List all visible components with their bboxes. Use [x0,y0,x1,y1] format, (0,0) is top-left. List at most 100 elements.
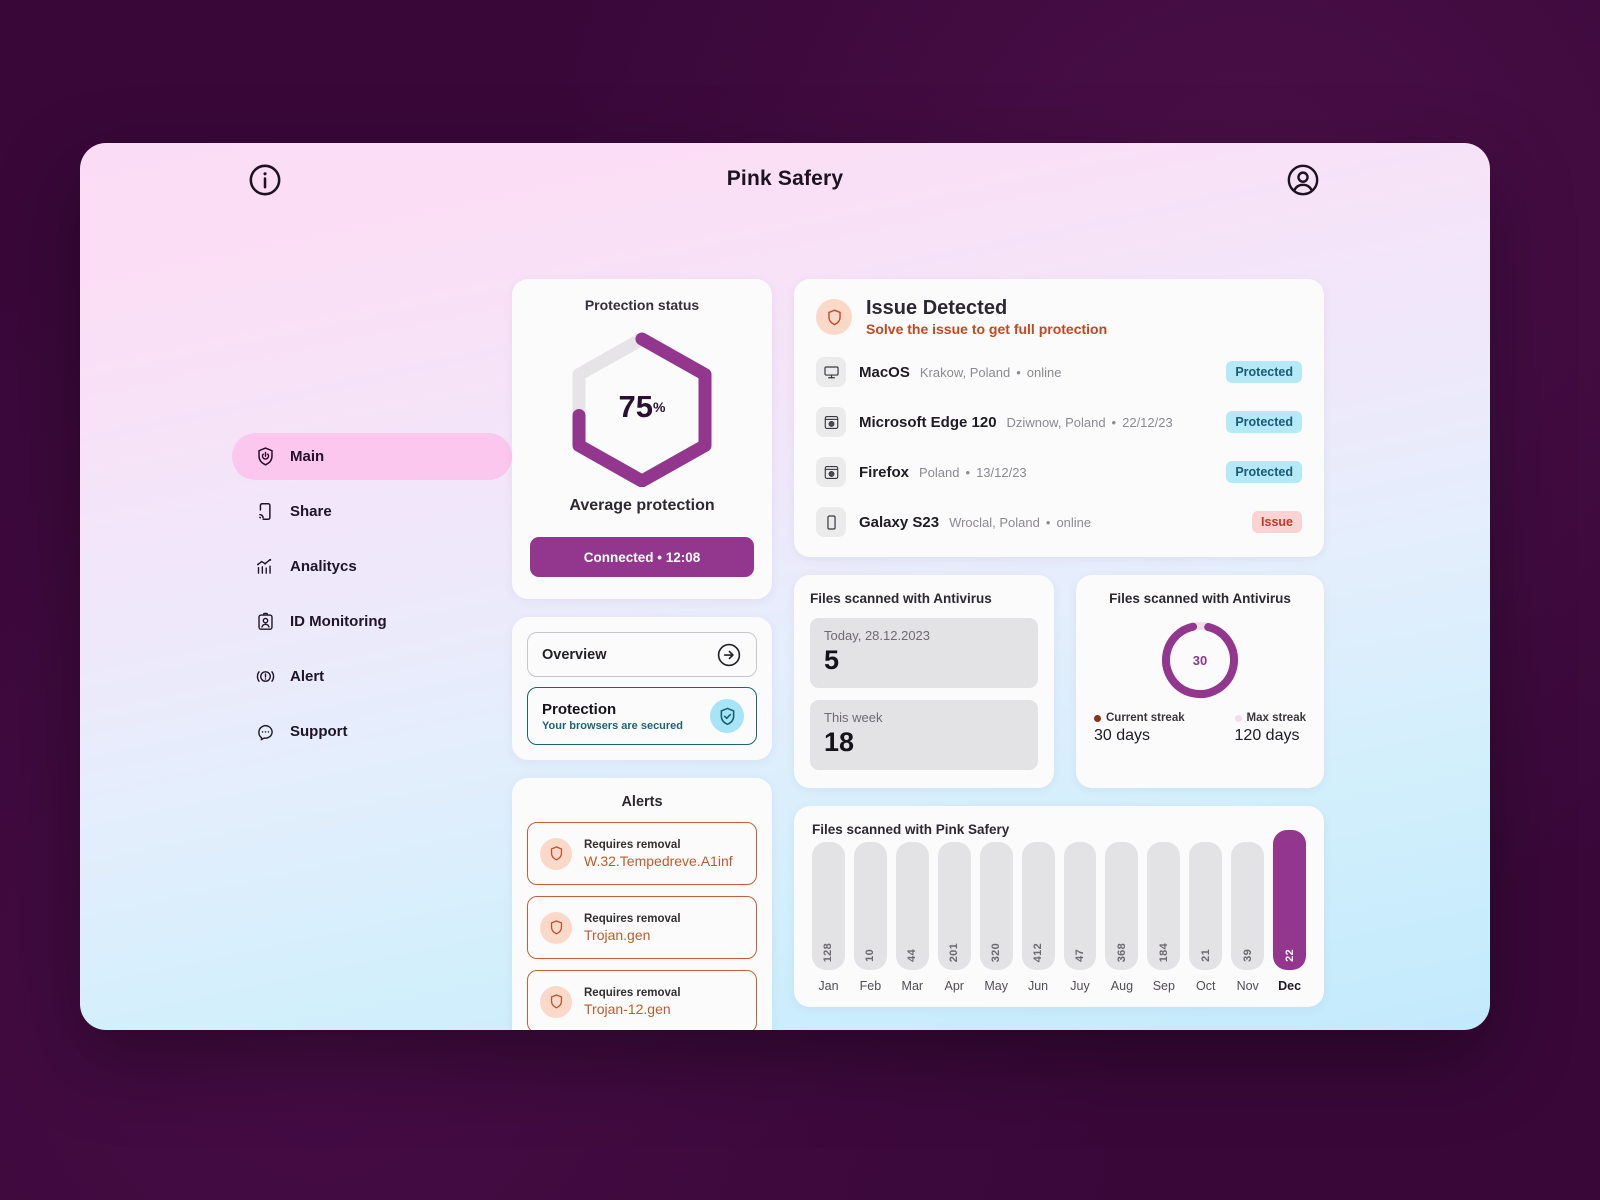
legend-label-current: Current streak [1106,712,1185,724]
bar-label: May [984,979,1008,993]
bar-value: 201 [948,942,961,962]
sidebar-item-share[interactable]: Share [232,488,512,535]
streak-title: Files scanned with Antivirus [1109,591,1291,606]
device-status: 22/12/23 [1122,414,1173,430]
bar-value: 128 [822,942,835,962]
shield-alert-icon [540,911,572,944]
device-row[interactable]: Firefox Poland • 13/12/23 Protected [816,457,1302,487]
main-content: Protection status 75% Average protection… [512,215,1324,1030]
device-name: Galaxy S23 [859,513,940,531]
bar-label: Apr [944,979,964,993]
device-location: Poland [919,464,960,480]
issue-header: Issue Detected Solve the issue to get fu… [816,297,1302,337]
legend-dot-max [1234,714,1242,722]
device-row[interactable]: Microsoft Edge 120 Dziwnow, Poland • 22/… [816,407,1302,437]
bar-value: 184 [1157,942,1170,962]
bar-value: 21 [1199,949,1212,962]
sidebar-item-main[interactable]: Main [232,433,512,480]
browser-icon [816,457,846,487]
bar-label: Jan [818,979,839,993]
legend-value-max: 120 days [1234,727,1300,744]
sidebar-item-label: ID Monitoring [290,613,387,630]
bar-label: Nov [1236,979,1259,993]
device-row[interactable]: Galaxy S23 Wroclal, Poland • online Issu… [816,507,1302,537]
protection-hexagon-gauge: 75% [557,327,727,487]
average-protection-label: Average protection [569,497,715,514]
bar-chart-title: Files scanned with Pink Safery [812,822,1010,837]
info-icon[interactable] [248,163,282,197]
bar-column: 184 Sep [1147,842,1181,993]
id-badge-icon [254,611,276,633]
bar-chart-plot: 128 Jan 10 Feb 44 Mar 201 Apr 320 May 412 Jun … [812,830,1307,993]
sidebar: Main Share Analitycs ID Monitoring Alert… [80,215,512,1030]
alert-item[interactable]: Requires removal W.32.Tempedreve.A1inf [527,822,757,885]
shield-check-icon [710,699,744,733]
today-label: Today, 28.12.2023 [824,628,931,643]
alerts-card: Alerts Requires removal W.32.Tempedreve.… [512,778,772,1030]
device-name: MacOS [859,363,910,381]
alert-item[interactable]: Requires removal Trojan-12.gen [527,970,757,1030]
files-scanned-title: Files scanned with Antivirus [810,591,992,606]
protection-status-card: Protection status 75% Average protection… [512,279,772,599]
bar-column: 21 Oct [1189,842,1223,993]
page-title: Pink Safery [726,167,844,190]
device-row[interactable]: MacOS Krakow, Poland • online Protected [816,357,1302,387]
bar-label: Feb [859,979,882,993]
user-circle-icon[interactable] [1286,163,1320,197]
streak-donut-chart: 30 [1158,618,1242,702]
bar-column: 368 Aug [1105,842,1139,993]
status-badge: Issue [1252,511,1302,533]
device-location: Dziwnow, Poland [1006,414,1106,430]
bar-value: 22 [1283,949,1296,962]
alerts-title: Alerts [621,794,663,810]
today-value: 5 [824,645,840,675]
alert-name: Trojan.gen [584,926,651,943]
bar-value: 412 [1032,942,1045,962]
protection-percent: 75% [557,327,727,487]
bar-column: 320 May [979,842,1013,993]
arrow-right-circle-icon[interactable] [716,642,742,668]
streak-legend: Current streak 30 days Max streak 120 da… [1094,712,1306,745]
legend-current-streak: Current streak 30 days [1094,712,1185,745]
week-label: This week [824,710,883,725]
bar-column: 47 Juy [1063,842,1097,993]
device-name: Microsoft Edge 120 [859,413,997,431]
shield-alert-icon [540,837,572,870]
bar-value: 39 [1241,949,1254,962]
browser-icon [816,407,846,437]
sidebar-item-support[interactable]: Support [232,708,512,755]
bar-value: 44 [906,949,919,962]
shield-alert-icon [540,985,572,1018]
alert-name: W.32.Tempedreve.A1inf [584,852,733,869]
overview-row[interactable]: Overview [527,632,757,677]
connected-button[interactable]: Connected • 12:08 [530,537,754,577]
sidebar-item-id-monitoring[interactable]: ID Monitoring [232,598,512,645]
device-location: Wroclal, Poland [949,514,1040,530]
streak-card: Files scanned with Antivirus 30 Current … [1076,575,1324,788]
bar-label: Juy [1070,979,1090,993]
streak-center-value: 30 [1192,652,1208,668]
legend-label-max: Max streak [1246,712,1306,724]
analytics-chart-icon [254,556,276,578]
bar-column: 39 Nov [1231,842,1265,993]
bar-label: Sep [1152,979,1175,993]
desktop-icon [816,357,846,387]
issue-subtitle: Solve the issue to get full protection [866,321,1108,337]
issue-detected-card: Issue Detected Solve the issue to get fu… [794,279,1324,557]
stats-row: Files scanned with Antivirus Today, 28.1… [794,575,1324,788]
week-value: 18 [824,727,855,757]
bar-value: 368 [1115,942,1128,962]
sidebar-item-alert[interactable]: Alert [232,653,512,700]
protection-percent-value: 75 [618,389,654,424]
sidebar-item-label: Main [290,448,325,465]
phone-icon [816,507,846,537]
app-header: Pink Safery [80,143,1490,215]
protection-row-title: Protection [542,700,617,718]
protection-row[interactable]: Protection Your browsers are secured [527,687,757,745]
sidebar-item-analitycs[interactable]: Analitycs [232,543,512,590]
protection-status-title: Protection status [584,297,700,313]
today-stat-box: Today, 28.12.2023 5 [810,618,1038,688]
device-status: 13/12/23 [976,464,1027,480]
alert-item[interactable]: Requires removal Trojan.gen [527,896,757,959]
percent-symbol: % [653,399,666,415]
